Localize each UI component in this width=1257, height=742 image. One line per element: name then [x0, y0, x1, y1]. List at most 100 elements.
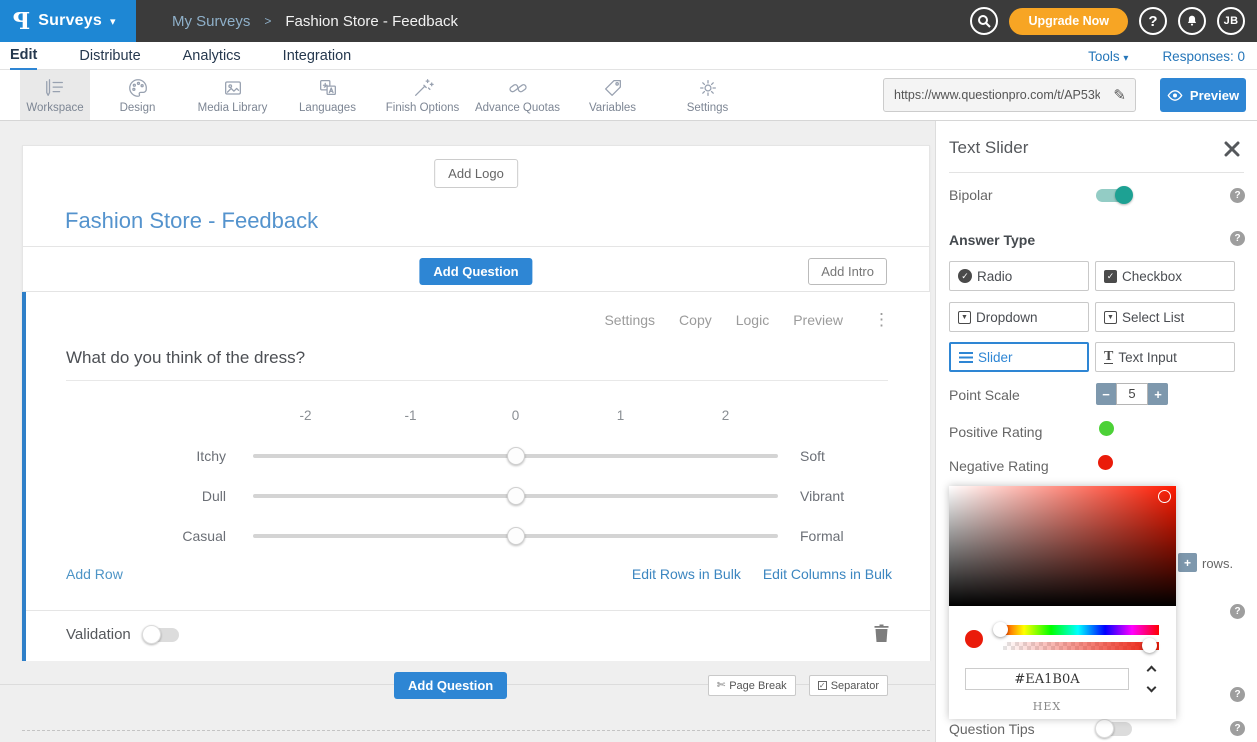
toolbar-item-workspace[interactable]: Workspace [20, 70, 90, 120]
question-copy-link[interactable]: Copy [679, 312, 712, 328]
answer-type-dropdown[interactable]: ▼ Dropdown [949, 302, 1089, 332]
chevron-down-icon: ▾ [110, 15, 116, 28]
alpha-slider[interactable] [1003, 642, 1159, 650]
slider-track[interactable] [253, 524, 778, 548]
toolbar-item-finish-options[interactable]: Finish Options [375, 70, 470, 120]
edit-url-pencil-icon[interactable]: ✎ [1104, 86, 1135, 104]
chevron-down-icon: ▾ [1123, 53, 1128, 64]
select-list-icon: ▼ [1104, 311, 1117, 324]
question-settings-panel: Text Slider Bipolar ? Answer Type ? ✓ Ra… [936, 121, 1257, 742]
alpha-slider-handle[interactable] [1142, 638, 1157, 653]
hue-slider[interactable] [997, 625, 1159, 635]
close-panel-button[interactable] [1224, 141, 1240, 157]
tab-analytics[interactable]: Analytics [183, 42, 241, 70]
toolbar-item-media-library[interactable]: Media Library [185, 70, 280, 120]
survey-editor-area: Add Logo Fashion Store - Feedback Add Qu… [0, 121, 936, 742]
add-logo-button[interactable]: Add Logo [434, 159, 518, 188]
breadcrumb-my-surveys[interactable]: My Surveys [172, 13, 250, 30]
help-button[interactable]: ? [1139, 7, 1167, 35]
add-intro-button[interactable]: Add Intro [808, 258, 887, 285]
question-more-menu-icon[interactable]: ⋮ [873, 310, 890, 330]
preview-button[interactable]: Preview [1160, 78, 1246, 112]
search-button[interactable] [970, 7, 998, 35]
slider-left-label[interactable]: Itchy [26, 448, 226, 464]
color-format-stepper[interactable] [1143, 667, 1159, 691]
add-question-button-bottom[interactable]: Add Question [394, 672, 507, 699]
scale-label: 0 [463, 408, 568, 423]
point-scale-value[interactable]: 5 [1116, 383, 1148, 405]
add-question-button-top[interactable]: Add Question [419, 258, 532, 285]
delete-question-button[interactable] [874, 624, 889, 647]
point-scale-stepper: − 5 + [1096, 383, 1168, 405]
slider-right-label[interactable]: Formal [800, 528, 844, 544]
positive-rating-color-swatch[interactable] [1099, 421, 1114, 436]
responses-count[interactable]: Responses: 0 [1162, 49, 1245, 64]
help-icon[interactable]: ? [1230, 604, 1245, 619]
answer-type-text-input[interactable]: T Text Input [1095, 342, 1235, 372]
question-tips-toggle[interactable] [1096, 722, 1132, 736]
hue-slider-handle[interactable] [993, 622, 1008, 637]
answer-type-slider[interactable]: Slider [949, 342, 1089, 372]
tab-integration[interactable]: Integration [283, 42, 352, 70]
radio-icon: ✓ [958, 269, 972, 283]
answer-type-select-list[interactable]: ▼ Select List [1095, 302, 1235, 332]
finish-options-wand-icon [412, 77, 434, 99]
eye-icon [1167, 90, 1183, 101]
toolbar-item-advance-quotas[interactable]: Advance Quotas [470, 70, 565, 120]
user-avatar[interactable]: JB [1217, 7, 1245, 35]
saturation-value-area[interactable] [949, 486, 1176, 606]
saturation-selector-ring[interactable] [1158, 490, 1171, 503]
toolbar-item-design[interactable]: Design [90, 70, 185, 120]
page-break-button[interactable]: ✄ Page Break [708, 675, 796, 696]
bipolar-toggle[interactable] [1096, 189, 1132, 202]
tab-edit[interactable]: Edit [10, 42, 37, 70]
slider-handle[interactable] [507, 447, 525, 465]
question-settings-link[interactable]: Settings [604, 312, 655, 328]
notifications-button[interactable] [1178, 7, 1206, 35]
tab-distribute[interactable]: Distribute [79, 42, 140, 70]
help-icon[interactable]: ? [1230, 687, 1245, 702]
toolbar-item-settings[interactable]: Settings [660, 70, 755, 120]
bell-icon [1185, 14, 1199, 28]
slider-track[interactable] [253, 484, 778, 508]
hex-color-input[interactable] [965, 668, 1129, 690]
question-title[interactable]: What do you think of the dress? [66, 348, 305, 368]
survey-url-input[interactable] [884, 88, 1104, 102]
slider-handle[interactable] [507, 527, 525, 545]
next-page-dashed-divider [22, 730, 930, 731]
answer-type-radio[interactable]: ✓ Radio [949, 261, 1089, 291]
answer-type-help-icon[interactable]: ? [1230, 231, 1245, 246]
slider-handle[interactable] [507, 487, 525, 505]
breadcrumb-separator: > [264, 14, 271, 28]
slider-left-label[interactable]: Dull [26, 488, 226, 504]
answer-type-checkbox[interactable]: ✓ Checkbox [1095, 261, 1235, 291]
tools-menu[interactable]: Tools ▾ [1088, 49, 1128, 64]
bipolar-help-icon[interactable]: ? [1230, 188, 1245, 203]
separator-button[interactable]: ✓ Separator [809, 675, 888, 696]
slider-left-label[interactable]: Casual [26, 528, 226, 544]
validation-toggle[interactable] [143, 628, 179, 642]
upgrade-now-button[interactable]: Upgrade Now [1009, 8, 1128, 35]
negative-rating-color-swatch[interactable] [1098, 455, 1113, 470]
chevron-up-icon [1146, 666, 1156, 676]
rows-partial-label: rows. [1202, 556, 1233, 571]
slider-row-dull-vibrant: Dull Vibrant [26, 484, 934, 508]
toolbar-item-languages[interactable]: Languages [280, 70, 375, 120]
product-switcher[interactable]: P Surveys ▾ [0, 0, 136, 42]
edit-rows-bulk-link[interactable]: Edit Rows in Bulk [632, 566, 741, 582]
survey-title[interactable]: Fashion Store - Feedback [65, 208, 318, 234]
add-row-link[interactable]: Add Row [66, 566, 123, 582]
point-scale-decrease-button[interactable]: − [1096, 383, 1116, 405]
question-logic-link[interactable]: Logic [736, 312, 769, 328]
rows-increase-button[interactable]: + [1178, 553, 1197, 572]
point-scale-increase-button[interactable]: + [1148, 383, 1168, 405]
slider-right-label[interactable]: Soft [800, 448, 825, 464]
slider-track[interactable] [253, 444, 778, 468]
question-tips-help-icon[interactable]: ? [1230, 721, 1245, 736]
toolbar-item-variables[interactable]: Variables [565, 70, 660, 120]
slider-right-label[interactable]: Vibrant [800, 488, 844, 504]
media-library-icon [222, 77, 244, 99]
slider-row-casual-formal: Casual Formal [26, 524, 934, 548]
question-preview-link[interactable]: Preview [793, 312, 843, 328]
edit-columns-bulk-link[interactable]: Edit Columns in Bulk [763, 566, 892, 582]
